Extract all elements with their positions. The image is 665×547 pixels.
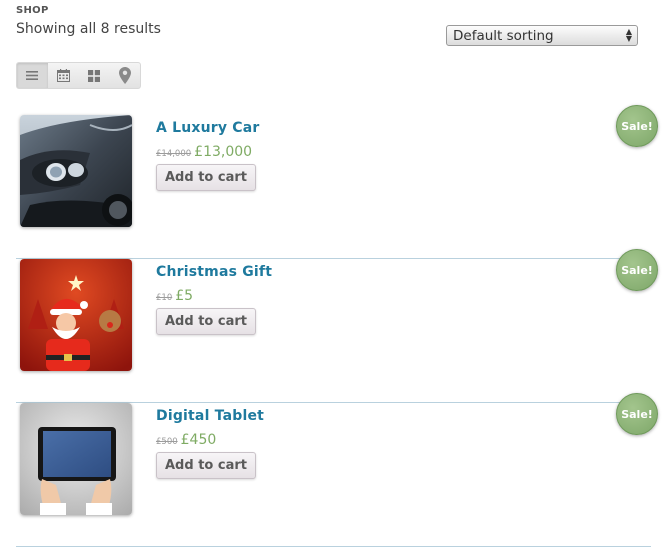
product-price: £14,000 £13,000 [156, 141, 252, 160]
product-item: A Luxury Car £14,000 £13,000 Add to cart … [16, 105, 658, 259]
sale-badge: Sale! [616, 105, 658, 147]
product-price: £10 £5 [156, 285, 193, 304]
sale-badge: Sale! [616, 393, 658, 435]
view-switcher [16, 62, 141, 89]
grid-view-button[interactable] [79, 63, 110, 88]
product-image-gift[interactable] [20, 259, 132, 371]
product-title[interactable]: A Luxury Car [156, 120, 260, 136]
product-item: Digital Tablet £500 £450 Add to cart Sale… [16, 393, 658, 547]
sale-price: £13,000 [194, 144, 253, 160]
sorting-select[interactable]: Default sorting ▲ ▼ [446, 25, 638, 46]
sale-price: £450 [180, 432, 217, 448]
old-price: £14,000 [156, 149, 192, 159]
result-count: Showing all 8 results [16, 21, 161, 37]
sorting-selected-value: Default sorting [453, 28, 554, 44]
old-price: £10 [156, 293, 173, 303]
grid-view-icon [87, 69, 100, 82]
calendar-view-button[interactable] [48, 63, 79, 88]
add-to-cart-button[interactable]: Add to cart [156, 164, 256, 191]
select-arrows-icon: ▲ ▼ [625, 27, 632, 43]
list-view-icon [26, 71, 39, 80]
product-title[interactable]: Christmas Gift [156, 264, 272, 280]
old-price: £500 [156, 437, 178, 447]
santa-image-icon [20, 259, 132, 371]
list-view-button[interactable] [17, 63, 48, 88]
product-image-car[interactable] [20, 115, 132, 227]
sale-price: £5 [175, 288, 194, 304]
product-title[interactable]: Digital Tablet [156, 408, 264, 424]
product-price: £500 £450 [156, 429, 216, 448]
tablet-image-icon [20, 403, 132, 515]
add-to-cart-button[interactable]: Add to cart [156, 308, 256, 335]
map-view-button[interactable] [109, 63, 140, 88]
product-item: Christmas Gift £10 £5 Add to cart Sale! [16, 249, 658, 403]
shop-label: SHOP [16, 5, 49, 16]
add-to-cart-button[interactable]: Add to cart [156, 452, 256, 479]
sale-badge: Sale! [616, 249, 658, 291]
calendar-view-icon [56, 69, 70, 82]
car-image-icon [20, 115, 132, 227]
product-image-tablet[interactable] [20, 403, 132, 515]
map-view-icon [118, 67, 131, 84]
